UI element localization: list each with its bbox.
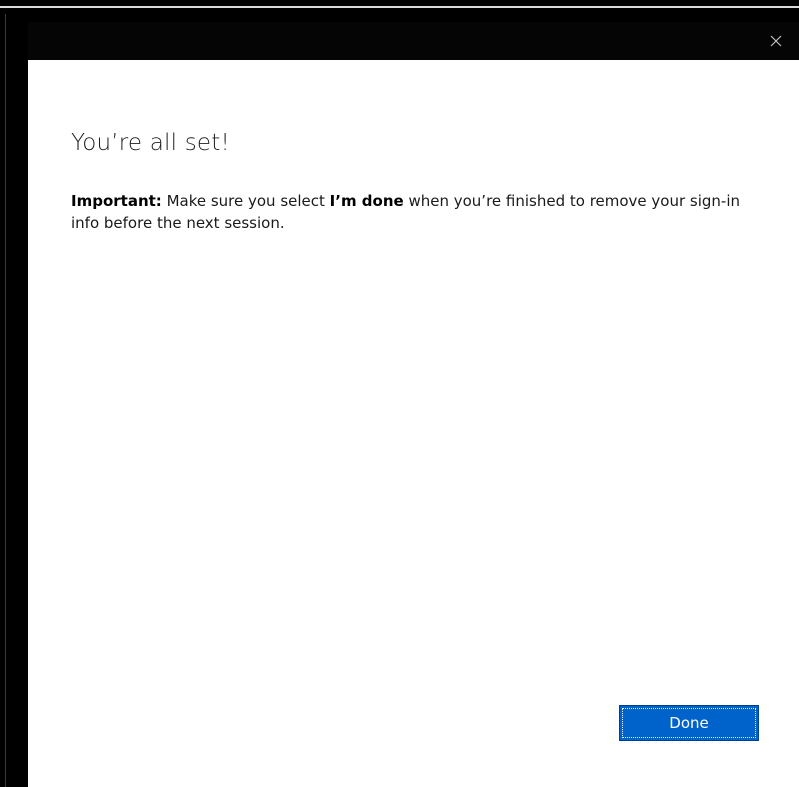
title-bar	[28, 22, 799, 60]
close-icon	[770, 35, 782, 47]
left-border	[0, 14, 10, 787]
im-done-emphasis: I’m done	[329, 192, 404, 210]
important-message: Important: Make sure you select I’m done…	[71, 190, 771, 234]
top-border	[0, 0, 799, 14]
done-button-label: Done	[669, 714, 709, 732]
dialog-window: You’re all set! Important: Make sure you…	[28, 22, 799, 787]
left-border-line	[5, 14, 6, 787]
top-border-line	[0, 6, 799, 8]
done-button[interactable]: Done	[619, 705, 759, 741]
important-label: Important:	[71, 192, 162, 210]
dialog-heading: You’re all set!	[71, 130, 230, 156]
close-button[interactable]	[753, 22, 799, 60]
message-text-before: Make sure you select	[161, 192, 330, 210]
dialog-content: You’re all set! Important: Make sure you…	[28, 60, 799, 787]
